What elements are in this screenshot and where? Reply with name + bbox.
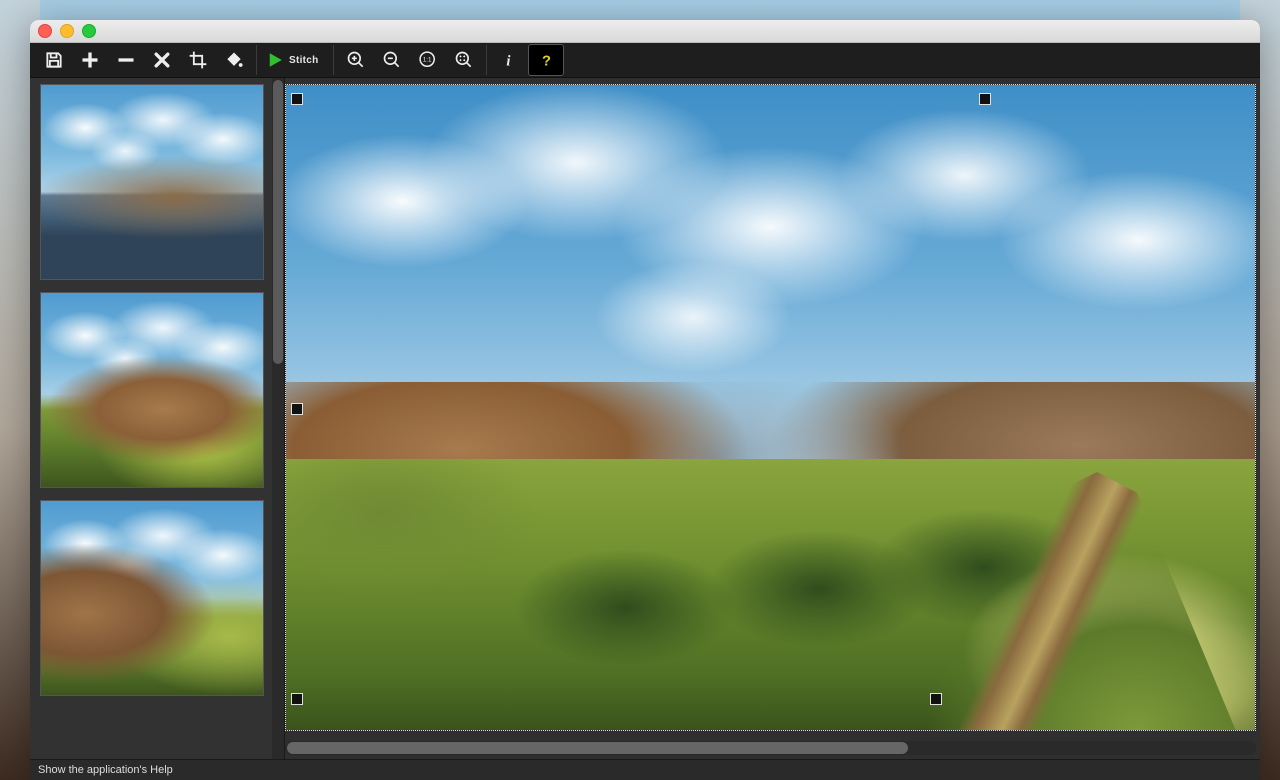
sidebar-scroll-track	[273, 80, 283, 757]
toolbar-separator	[486, 45, 487, 75]
stitched-preview-image[interactable]	[285, 84, 1256, 731]
window-close-button[interactable]	[38, 24, 52, 38]
minus-icon	[116, 50, 136, 70]
sidebar-scroll-thumb[interactable]	[273, 80, 283, 364]
zoom-actual-button[interactable]: 1:1	[411, 45, 445, 75]
window-minimize-button[interactable]	[60, 24, 74, 38]
crop-button[interactable]	[181, 45, 215, 75]
thumbnail-item[interactable]	[40, 292, 264, 488]
preview-area[interactable]	[285, 84, 1256, 739]
crop-handle[interactable]	[291, 93, 303, 105]
svg-text:?: ?	[542, 53, 551, 69]
crop-handle[interactable]	[979, 93, 991, 105]
work-area	[30, 78, 1260, 759]
plus-icon	[80, 50, 100, 70]
info-button[interactable]: i	[492, 45, 526, 75]
app-window: Stitch 1:1 i	[30, 20, 1260, 780]
window-titlebar	[30, 20, 1260, 43]
thumbnail-sidebar	[30, 78, 285, 759]
thumbnail-item[interactable]	[40, 84, 264, 280]
crop-handle[interactable]	[291, 693, 303, 705]
toolbar: Stitch 1:1 i	[30, 43, 1260, 78]
save-button[interactable]	[37, 45, 71, 75]
svg-text:i: i	[506, 53, 510, 69]
help-button[interactable]: ?	[528, 44, 564, 76]
fill-button[interactable]	[217, 45, 251, 75]
thumbnail-list	[30, 78, 272, 759]
status-text: Show the application's Help	[38, 764, 173, 776]
remove-button[interactable]	[109, 45, 143, 75]
thumbnail-ground	[41, 501, 263, 695]
save-icon	[44, 50, 64, 70]
toolbar-separator	[256, 45, 257, 75]
paint-bucket-icon	[224, 50, 244, 70]
zoom-out-icon	[382, 50, 402, 70]
zoom-fit-button[interactable]	[447, 45, 481, 75]
thumbnail-ground	[41, 293, 263, 487]
zoom-in-button[interactable]	[339, 45, 373, 75]
preview-hscroll-thumb[interactable]	[287, 742, 908, 754]
crop-handle[interactable]	[930, 693, 942, 705]
toolbar-separator	[333, 45, 334, 75]
zoom-in-icon	[346, 50, 366, 70]
stitch-label: Stitch	[289, 55, 319, 66]
thumbnail-item[interactable]	[40, 500, 264, 696]
status-bar: Show the application's Help	[30, 759, 1260, 780]
window-zoom-button[interactable]	[82, 24, 96, 38]
svg-text:1:1: 1:1	[422, 57, 431, 64]
zoom-out-button[interactable]	[375, 45, 409, 75]
zoom-actual-icon: 1:1	[417, 50, 439, 70]
zoom-fit-icon	[454, 50, 474, 70]
info-icon: i	[501, 50, 517, 70]
crop-icon	[188, 50, 208, 70]
thumbnail-ground	[41, 85, 263, 279]
stitch-button[interactable]: Stitch	[261, 45, 329, 75]
delete-button[interactable]	[145, 45, 179, 75]
crop-handle[interactable]	[291, 403, 303, 415]
help-icon: ?	[538, 50, 554, 70]
preview-paint	[286, 85, 1255, 730]
preview-hscrollbar[interactable]	[285, 741, 1256, 755]
add-button[interactable]	[73, 45, 107, 75]
x-icon	[152, 50, 172, 70]
play-icon	[265, 51, 285, 69]
preview-pane	[285, 78, 1260, 759]
sidebar-scrollbar[interactable]	[272, 78, 284, 759]
